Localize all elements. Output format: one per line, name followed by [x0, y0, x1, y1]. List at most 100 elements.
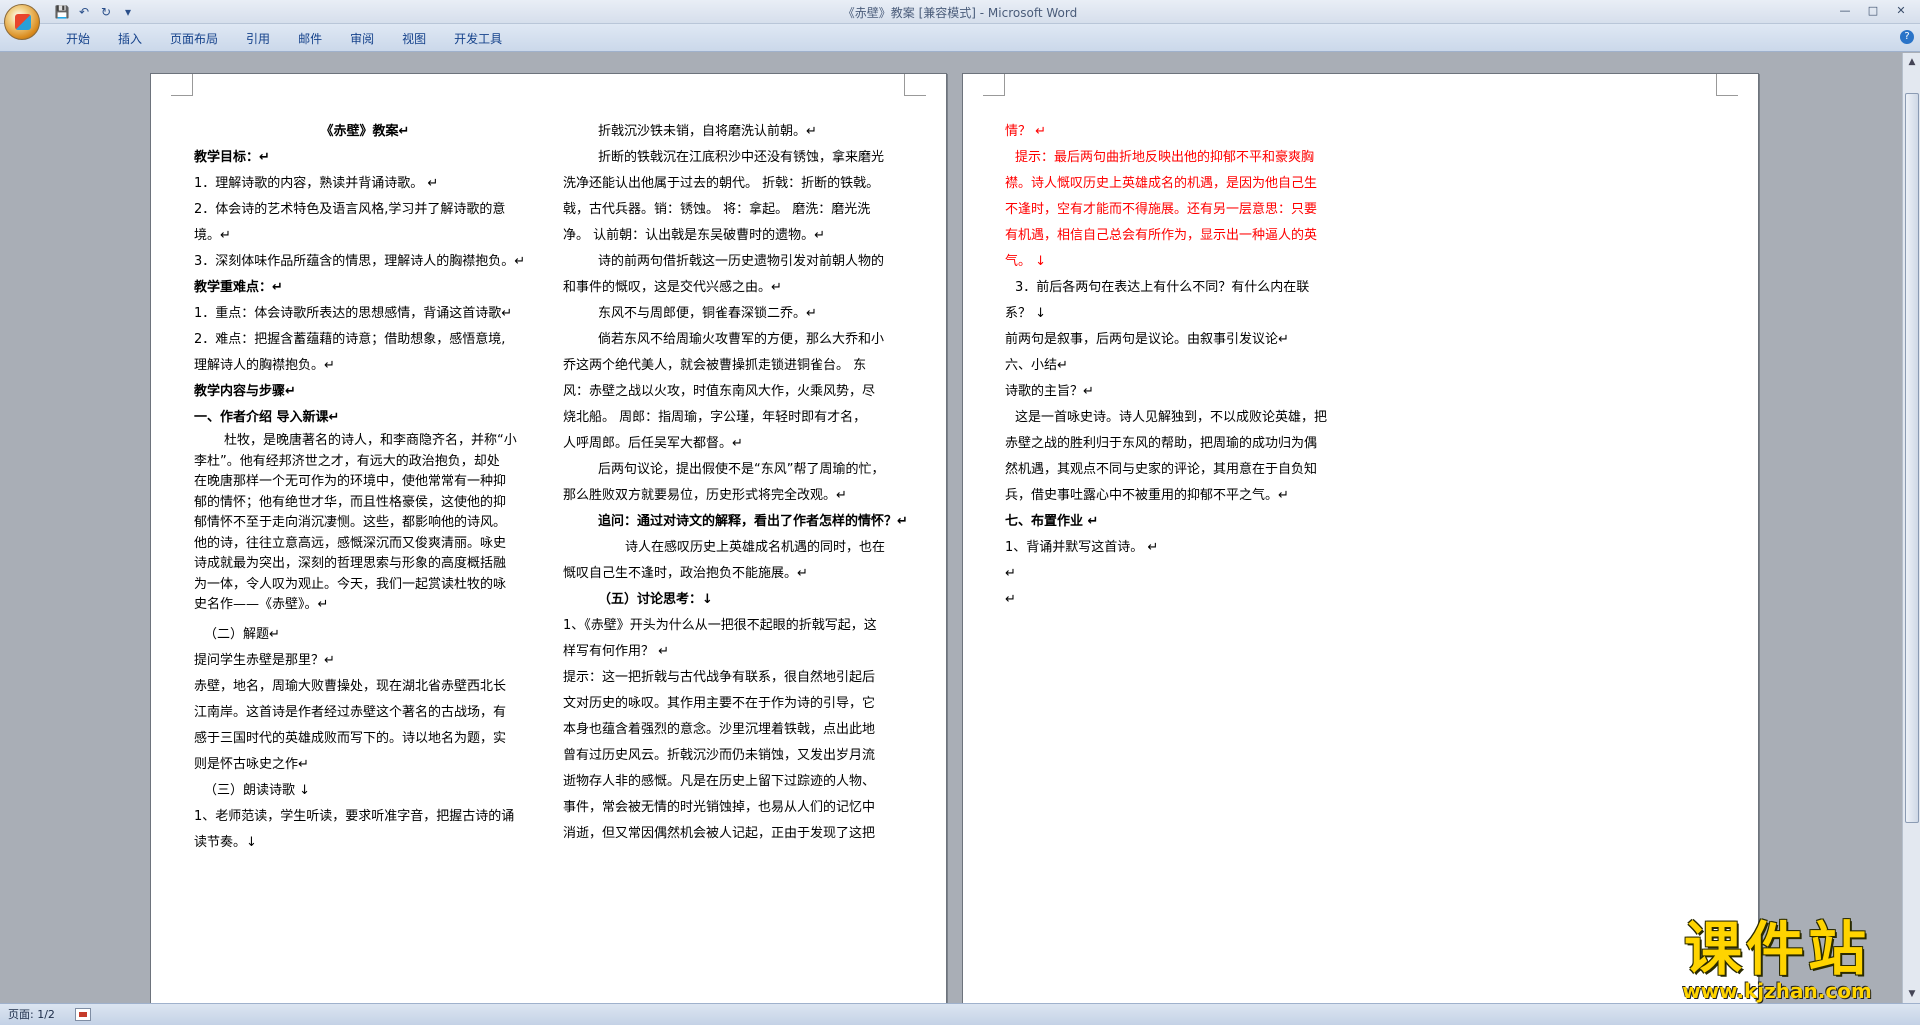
- paragraph-line: 读节奏。↓: [194, 834, 257, 850]
- paragraph-line: 赤壁之战的胜利归于东风的帮助，把周瑜的成功归为偶: [1005, 436, 1318, 451]
- paragraph-line: 2．难点：把握含蓄蕴藉的诗意；借助想象，感悟意境,: [194, 332, 506, 347]
- paragraph-line: 这是一首咏史诗。诗人见解独到，不以成败论英雄，把: [1015, 410, 1328, 425]
- paragraph-line: 3．深刻体味作品所蕴含的情思，理解诗人的胸襟抱负。↵: [194, 254, 526, 269]
- paragraph-line: 提问学生赤壁是那里？↵: [194, 652, 335, 668]
- paragraph-line: 则是怀古咏史之作↵: [194, 756, 309, 772]
- paragraph-line: 戟，古代兵器。销：锈蚀。 将：拿起。 磨洗：磨光洗: [563, 202, 871, 217]
- paragraph-line: 有机遇，相信自己总会有所作为，显示出一种逼人的英: [1005, 228, 1318, 243]
- paragraph-line: 李杜”。他有经邦济世之才，有远大的政治抱负，却处: [194, 453, 500, 469]
- paragraph-line: 东风不与周郎便，铜雀春深锁二乔。↵: [598, 306, 817, 321]
- paragraph-line: 折断的铁戟沉在江底积沙中还没有锈蚀，拿来磨光: [598, 150, 885, 165]
- paragraph-line: 洗净还能认出他属于过去的朝代。 折戟：折断的铁戟。: [563, 176, 880, 191]
- empty-paragraph: ↵: [1005, 566, 1016, 581]
- section-heading: 教学内容与步骤↵: [194, 384, 296, 399]
- status-bar: 页面: 1/2: [0, 1003, 1920, 1025]
- paragraph-line: 诗歌的主旨？↵: [1005, 384, 1094, 399]
- title-bar: 💾 ↶ ↻ ▾ 《赤壁》教案 [兼容模式] - Microsoft Word —…: [0, 0, 1920, 40]
- section-heading: 六、小结↵: [1005, 358, 1068, 373]
- section-heading: 教学重难点：↵: [194, 280, 283, 295]
- watermark-title: 课件站: [1683, 915, 1870, 983]
- paragraph-line: 1、《赤壁》开头为什么从一把很不起眼的折戟写起，这: [563, 618, 877, 633]
- paragraph-line: 追问：通过对诗文的解释，看出了作者怎样的情怀？↵: [598, 514, 908, 529]
- paragraph-line: 郁的情怀；他有绝世才华，而且性格豪侯，这使他的抑: [194, 494, 507, 510]
- document-area: 《赤壁》教案↵ 教学目标：↵ 1．理解诗歌的内容，熟读并背诵诗歌。 ↵ 2．体会…: [0, 53, 1902, 1003]
- help-icon[interactable]: ?: [1900, 30, 1914, 44]
- paragraph-line: 诗成就最为突出，深刻的哲理思索与形象的高度概括融: [194, 556, 507, 571]
- window-title: 《赤壁》教案 [兼容模式] - Microsoft Word: [842, 6, 1078, 20]
- paragraph-line: 后两句议论，提出假使不是“东风”帮了周瑜的忙，: [598, 462, 885, 477]
- section-heading: 一、作者介绍 导入新课↵: [194, 410, 340, 425]
- section-heading: 教学目标：↵: [194, 150, 270, 165]
- scroll-up-icon[interactable]: ▲: [1905, 55, 1919, 69]
- paragraph-line: 江南岸。这首诗是作者经过赤壁这个著名的古战场，有: [194, 704, 507, 720]
- paragraph-line: 史名作——《赤壁》。↵: [194, 597, 329, 612]
- paragraph-line: 逝物存人非的感慨。凡是在历史上留下过踪迹的人物、: [563, 774, 876, 789]
- tab-insert[interactable]: 插入: [104, 30, 156, 48]
- paragraph-line: 赤壁，地名，周瑜大败曹操处，现在湖北省赤壁西北长: [194, 678, 507, 694]
- office-logo-icon: [15, 14, 31, 30]
- crop-mark: [171, 74, 193, 96]
- crop-mark: [983, 74, 1005, 96]
- tab-references[interactable]: 引用: [232, 30, 284, 48]
- paragraph-line: 风：赤壁之战以火攻，时值东南风大作，火乘风势，尽: [563, 384, 876, 399]
- paragraph-line: 折戟沉沙铁未销，自将磨洗认前朝。↵: [598, 124, 817, 139]
- paragraph-line: 样写有何作用？ ↵: [563, 644, 670, 659]
- paragraph-line: 2．体会诗的艺术特色及语言风格,学习并了解诗歌的意: [194, 202, 506, 217]
- paragraph-line: 感于三国时代的英雄成败而写下的。诗以地名为题，实: [194, 730, 507, 746]
- tab-page-layout[interactable]: 页面布局: [156, 30, 232, 48]
- paragraph-line: 消逝，但又常因偶然机会被人记起，正由于发现了这把: [563, 826, 876, 841]
- ribbon-tabs: 开始 插入 页面布局 引用 邮件 审阅 视图 开发工具: [52, 30, 516, 48]
- page1-column-right[interactable]: 折戟沉沙铁未销，自将磨洗认前朝。↵ 折断的铁戟沉在江底积沙中还没有锈蚀，拿来磨光…: [563, 119, 908, 847]
- paragraph-line: 倘若东风不给周瑜火攻曹军的方便，那么大乔和小: [598, 332, 885, 347]
- paragraph-line: 郁情怀不至于走向消沉凄恻。这些，都影响他的诗风。: [194, 515, 507, 530]
- paragraph-line: 情？ ↵: [1005, 124, 1047, 139]
- maximize-button[interactable]: □: [1860, 2, 1886, 20]
- paragraph-line: 气。 ↓: [1005, 254, 1047, 269]
- paragraph-line: 境。↵: [194, 228, 231, 243]
- paragraph-line: 净。 认前朝：认出戟是东吴破曹时的遗物。↵: [563, 228, 826, 243]
- paragraph-line: 本身也蕴含着强烈的意念。沙里沉埋着铁戟，点出此地: [563, 722, 876, 737]
- crop-mark: [904, 74, 926, 96]
- paragraph-line: 系？ ↓: [1005, 306, 1047, 321]
- paragraph-line: 烧北船。 周郎：指周瑜，字公瑾，年轻时即有才名，: [563, 410, 867, 425]
- office-button[interactable]: [4, 4, 40, 40]
- paragraph-line: 1．重点：体会诗歌所表达的思想感情，背诵这首诗歌↵: [194, 306, 513, 321]
- tab-home[interactable]: 开始: [52, 30, 104, 48]
- page2-column[interactable]: 情？ ↵ 提示：最后两句曲折地反映出他的抑郁不平和豪爽胸 襟。诗人慨叹历史上英雄…: [1005, 119, 1350, 613]
- scrollbar-thumb[interactable]: [1905, 93, 1919, 823]
- paragraph-line: 事件，常会被无情的时光销蚀掉，也易从人们的记忆中: [563, 800, 876, 815]
- proofing-icon[interactable]: [75, 1008, 91, 1021]
- vertical-scrollbar[interactable]: ▲ ▼: [1902, 53, 1920, 1003]
- window-controls: — □ ✕: [1832, 2, 1914, 20]
- section-heading: 七、布置作业 ↵: [1005, 514, 1099, 529]
- paragraph-line: 在晚唐那样一个无可作为的环境中，使他常常有一种抑: [194, 474, 507, 489]
- section-heading: （三）朗读诗歌 ↓: [204, 782, 311, 798]
- paragraph-line: 前两句是叙事，后两句是议论。由叙事引发议论↵: [1005, 332, 1289, 347]
- crop-mark: [1716, 74, 1738, 96]
- paragraph-line: 1、背诵并默写这首诗。 ↵: [1005, 540, 1159, 555]
- paragraph-line: 乔这两个绝代美人，就会被曹操抓走锁进铜雀台。 东: [563, 358, 867, 373]
- paragraph-line: 诗人在感叹历史上英雄成名机遇的同时，也在: [625, 540, 886, 555]
- minimize-button[interactable]: —: [1832, 2, 1858, 20]
- watermark-logo: 课件站 www.kjzhan.com: [1652, 918, 1902, 1002]
- paragraph-line: 兵，借史事吐露心中不被重用的抑郁不平之气。↵: [1005, 488, 1289, 503]
- tab-developer[interactable]: 开发工具: [440, 30, 516, 48]
- scroll-down-icon[interactable]: ▼: [1905, 987, 1919, 1001]
- paragraph-line: 不逢时，空有才能而不得施展。还有另一层意思：只要: [1005, 202, 1318, 217]
- paragraph-line: 他的诗，往往立意高远，感慨深沉而又俊爽清丽。咏史: [194, 535, 507, 551]
- close-button[interactable]: ✕: [1888, 2, 1914, 20]
- tab-mailings[interactable]: 邮件: [284, 30, 336, 48]
- tab-view[interactable]: 视图: [388, 30, 440, 48]
- paragraph-line: 文对历史的咏叹。其作用主要不在于作为诗的引导，它: [563, 696, 876, 711]
- page1-column-left[interactable]: 《赤壁》教案↵ 教学目标：↵ 1．理解诗歌的内容，熟读并背诵诗歌。 ↵ 2．体会…: [194, 119, 536, 856]
- document-page-2: 情？ ↵ 提示：最后两句曲折地反映出他的抑郁不平和豪爽胸 襟。诗人慨叹历史上英雄…: [962, 73, 1759, 1003]
- paragraph-line: 和事件的慨叹，这是交代兴感之由。↵: [563, 280, 782, 295]
- page-count[interactable]: 页面: 1/2: [8, 1007, 55, 1023]
- paragraph-line: 人呼周郎。后任吴军大都督。↵: [563, 436, 743, 451]
- tab-review[interactable]: 审阅: [336, 30, 388, 48]
- paragraph-line: 1．理解诗歌的内容，熟读并背诵诗歌。 ↵: [194, 176, 439, 191]
- paragraph-line: 那么胜败双方就要易位，历史形式将完全改观。↵: [563, 488, 847, 503]
- paragraph-line: 诗的前两句借折戟这一历史遗物引发对前朝人物的: [598, 254, 885, 269]
- empty-paragraph: ↵: [1005, 592, 1016, 607]
- paragraph-line: 3．前后各两句在表达上有什么不同？有什么内在联: [1015, 280, 1310, 295]
